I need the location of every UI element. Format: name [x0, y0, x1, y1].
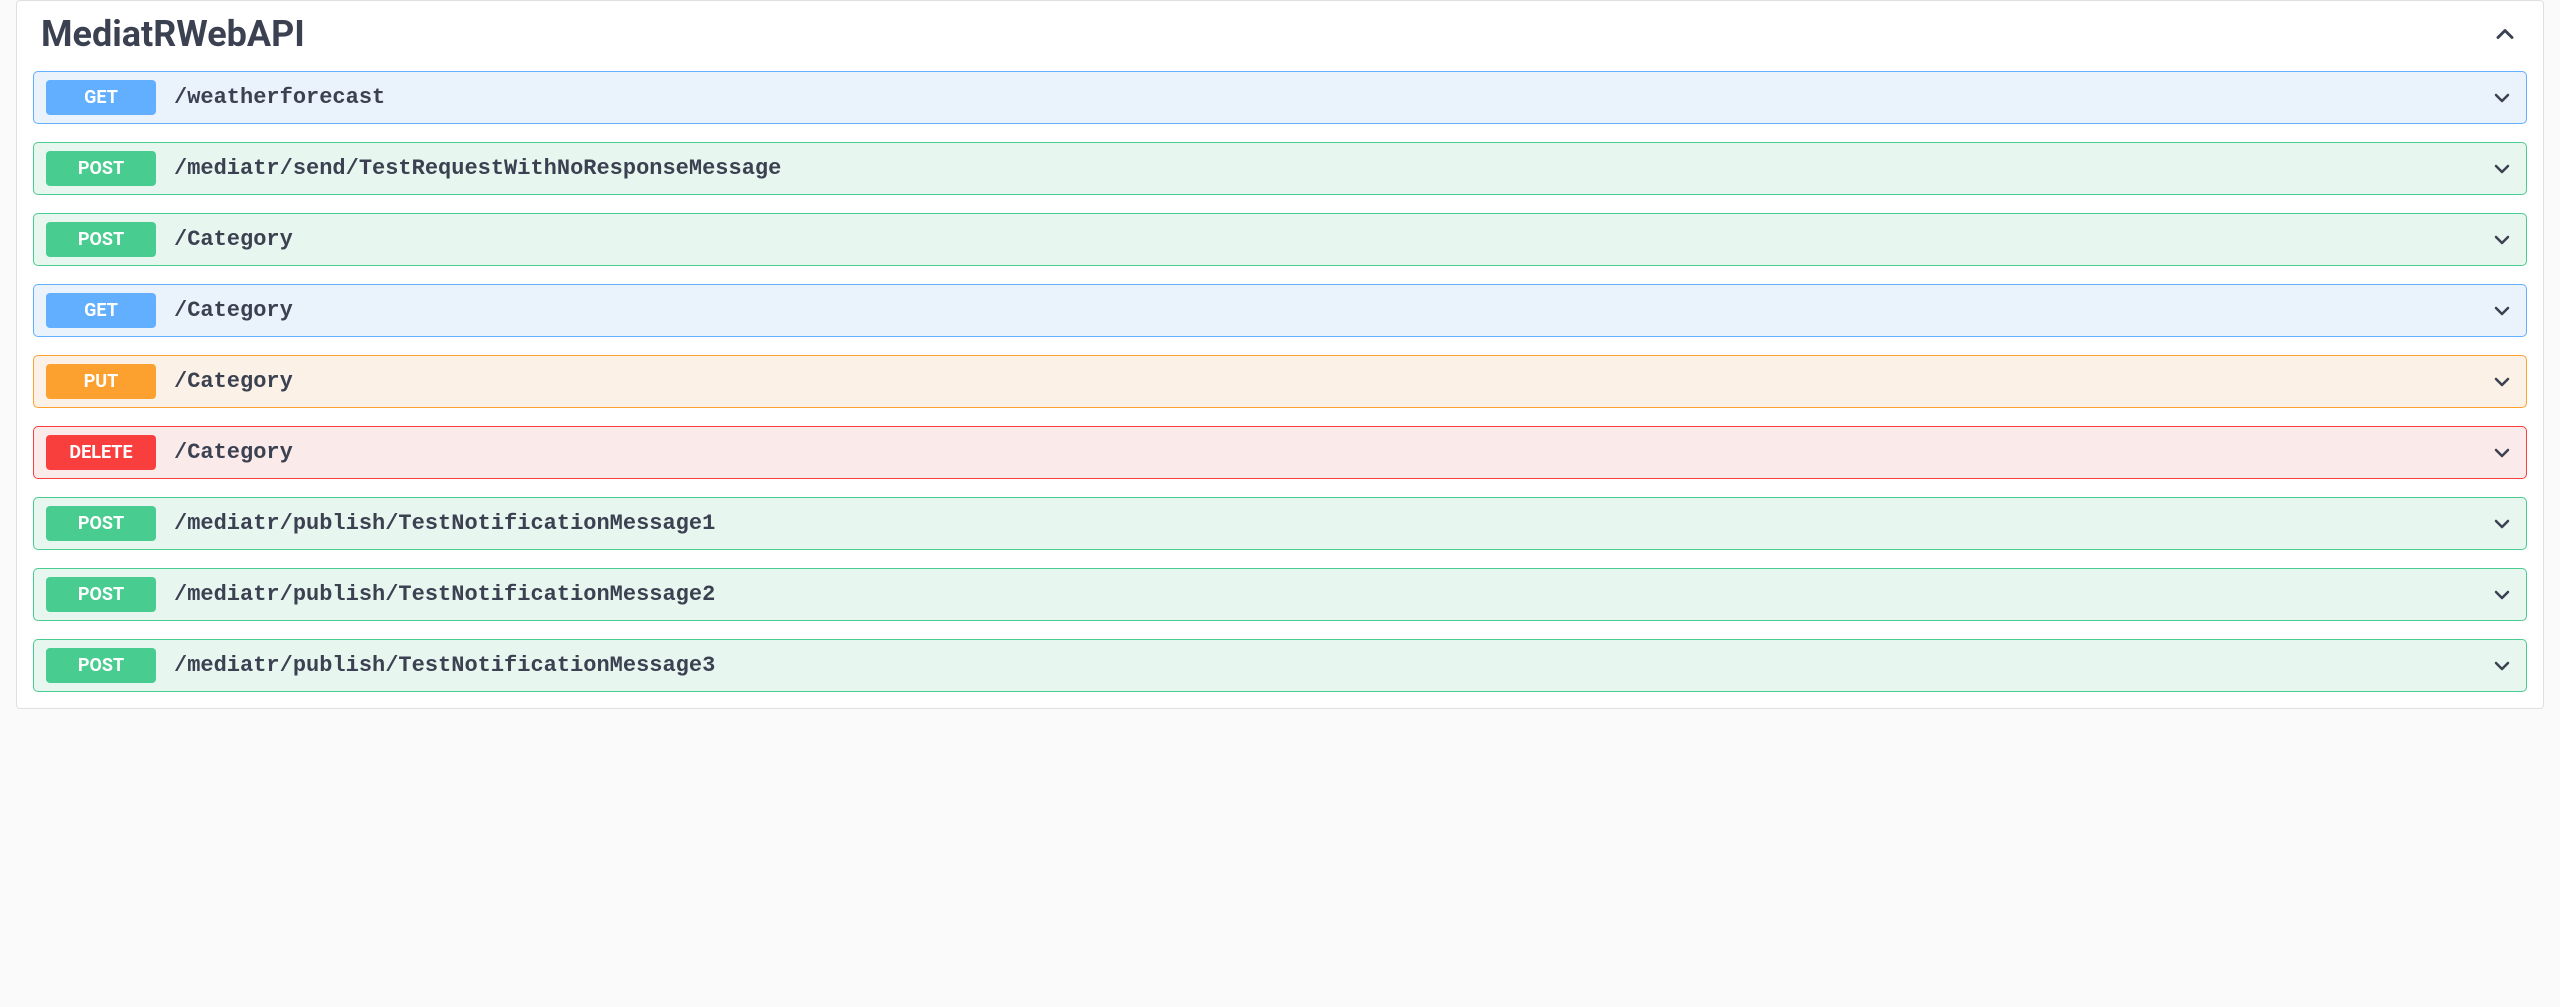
operation-path: /mediatr/publish/TestNotificationMessage… — [174, 582, 2490, 607]
operation-row[interactable]: GET/Category — [33, 284, 2527, 337]
operation-row[interactable]: POST/Category — [33, 213, 2527, 266]
chevron-down-icon — [2490, 512, 2514, 536]
method-badge: POST — [46, 506, 156, 541]
api-section: MediatRWebAPI GET/weatherforecast POST/me… — [16, 0, 2544, 709]
method-badge: PUT — [46, 364, 156, 399]
operation-row[interactable]: POST/mediatr/publish/TestNotificationMes… — [33, 568, 2527, 621]
chevron-down-icon — [2490, 299, 2514, 323]
operations-list: GET/weatherforecast POST/mediatr/send/Tes… — [17, 71, 2543, 708]
operation-row[interactable]: GET/weatherforecast — [33, 71, 2527, 124]
method-badge: POST — [46, 648, 156, 683]
method-badge: POST — [46, 577, 156, 612]
section-header[interactable]: MediatRWebAPI — [17, 1, 2543, 71]
operation-row[interactable]: DELETE/Category — [33, 426, 2527, 479]
operation-row[interactable]: POST/mediatr/send/TestRequestWithNoRespo… — [33, 142, 2527, 195]
method-badge: DELETE — [46, 435, 156, 470]
method-badge: POST — [46, 151, 156, 186]
operation-path: /Category — [174, 440, 2490, 465]
chevron-down-icon — [2490, 441, 2514, 465]
chevron-down-icon — [2490, 86, 2514, 110]
operation-row[interactable]: POST/mediatr/publish/TestNotificationMes… — [33, 497, 2527, 550]
chevron-down-icon — [2490, 157, 2514, 181]
method-badge: GET — [46, 293, 156, 328]
operation-path: /Category — [174, 369, 2490, 394]
chevron-down-icon — [2490, 583, 2514, 607]
chevron-down-icon — [2490, 228, 2514, 252]
operation-row[interactable]: POST/mediatr/publish/TestNotificationMes… — [33, 639, 2527, 692]
chevron-down-icon — [2490, 654, 2514, 678]
operation-path: /mediatr/publish/TestNotificationMessage… — [174, 511, 2490, 536]
operation-path: /Category — [174, 227, 2490, 252]
operation-path: /weatherforecast — [174, 85, 2490, 110]
operation-path: /mediatr/send/TestRequestWithNoResponseM… — [174, 156, 2490, 181]
operation-path: /Category — [174, 298, 2490, 323]
section-title: MediatRWebAPI — [41, 13, 305, 55]
method-badge: GET — [46, 80, 156, 115]
operation-path: /mediatr/publish/TestNotificationMessage… — [174, 653, 2490, 678]
chevron-up-icon — [2491, 20, 2519, 48]
operation-row[interactable]: PUT/Category — [33, 355, 2527, 408]
chevron-down-icon — [2490, 370, 2514, 394]
method-badge: POST — [46, 222, 156, 257]
